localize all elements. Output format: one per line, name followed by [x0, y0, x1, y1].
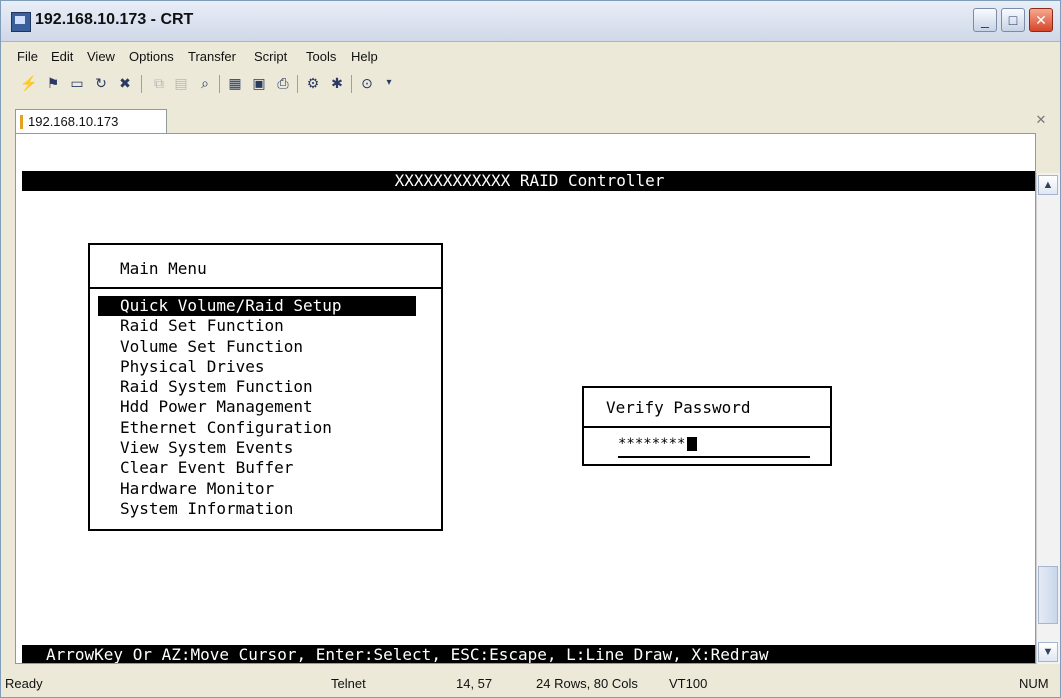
title-bar[interactable]: 192.168.10.173 - CRT _ □ ✕ — [1, 1, 1060, 42]
menu-script[interactable]: Script — [254, 49, 287, 64]
print-icon: ▣ — [252, 75, 266, 91]
menu-tools[interactable]: Tools — [306, 49, 336, 64]
toolbar-separator — [351, 75, 352, 93]
chevron-down-icon: ▼ — [1042, 646, 1054, 658]
minimize-button[interactable]: _ — [973, 8, 997, 32]
terminal-screen[interactable]: XXXXXXXXXXXX RAID Controller Main Menu Q… — [15, 133, 1036, 664]
chevron-down-icon: ▾ — [386, 77, 392, 88]
status-terminal-size: 24 Rows, 80 Cols — [536, 676, 638, 691]
chevron-up-icon: ▲ — [1042, 179, 1054, 191]
menu-options[interactable]: Options — [129, 49, 174, 64]
connect-tab-icon: ▭ — [70, 75, 84, 91]
quick-connect-button[interactable]: ⚑ — [43, 73, 63, 93]
password-underline — [618, 456, 810, 458]
status-ready: Ready — [5, 676, 43, 691]
paste-icon: ▤ — [174, 75, 188, 91]
verify-password-title: Verify Password — [606, 398, 751, 417]
status-cursor-position: 14, 57 — [456, 676, 493, 691]
menu-edit[interactable]: Edit — [51, 49, 73, 64]
menu-option-system-information[interactable]: System Information — [98, 499, 416, 519]
print-button[interactable]: ▣ — [249, 73, 269, 93]
reconnect-icon: ↻ — [95, 75, 107, 91]
close-button[interactable]: ✕ — [1029, 8, 1053, 32]
find-button[interactable]: ⌕ — [195, 73, 215, 93]
toolbar-separator — [141, 75, 142, 93]
menu-file[interactable]: File — [17, 49, 38, 64]
toolbar-separator — [219, 75, 220, 93]
print-setup-button[interactable]: ▦ — [225, 73, 245, 93]
menu-option-quick-volume-raid-setup[interactable]: Quick Volume/Raid Setup — [98, 296, 416, 317]
scroll-thumb[interactable] — [1038, 566, 1058, 624]
help-button[interactable]: ⊙ — [357, 73, 377, 93]
toolbar: ⚡ ⚑ ▭ ↻ ✖ ⧉ ▤ ⌕ ▦ ▣ ⎙ ⚙ ✱ ⊙ ▾ — [1, 67, 1060, 101]
menu-transfer[interactable]: Transfer — [188, 49, 236, 64]
terminal-help-line: ArrowKey Or AZ:Move Cursor, Enter:Select… — [22, 645, 1035, 663]
menu-divider — [90, 287, 441, 289]
help-icon: ⊙ — [361, 75, 373, 91]
terminal-header: XXXXXXXXXXXX RAID Controller — [22, 171, 1035, 191]
main-menu-list: Quick Volume/Raid Setup Raid Set Functio… — [98, 296, 416, 519]
reconnect-button[interactable]: ↻ — [91, 73, 111, 93]
close-tab-icon: ✕ — [1035, 112, 1047, 127]
tab-session[interactable]: 192.168.10.173 — [15, 109, 167, 133]
close-icon: ✕ — [1035, 12, 1047, 28]
connect-button[interactable]: ⚡ — [19, 73, 39, 93]
connect-icon: ⚡ — [20, 75, 38, 91]
print-screen-button[interactable]: ⎙ — [273, 73, 293, 93]
connect-tab-button[interactable]: ▭ — [67, 73, 87, 93]
toolbar-overflow-button[interactable]: ▾ — [379, 73, 399, 93]
menu-option-view-system-events[interactable]: View System Events — [98, 438, 416, 458]
status-protocol: Telnet — [331, 676, 366, 691]
main-menu: Main Menu Quick Volume/Raid Setup Raid S… — [88, 243, 443, 531]
password-input[interactable]: ******** — [618, 436, 698, 452]
quick-connect-icon: ⚑ — [46, 75, 60, 91]
minimize-icon: _ — [981, 12, 989, 28]
app-icon — [11, 12, 31, 32]
menu-view[interactable]: View — [87, 49, 115, 64]
menu-bar: File Edit View Options Transfer Script T… — [1, 45, 1060, 67]
menu-option-hdd-power-management[interactable]: Hdd Power Management — [98, 397, 416, 417]
maximize-button[interactable]: □ — [1001, 8, 1025, 32]
main-menu-title: Main Menu — [120, 259, 207, 278]
print-screen-icon: ⎙ — [277, 75, 289, 91]
vertical-scrollbar[interactable]: ▲ ▼ — [1036, 173, 1060, 664]
paste-button[interactable]: ▤ — [171, 73, 191, 93]
maximize-icon: □ — [1008, 12, 1018, 28]
window-title: 192.168.10.173 - CRT — [35, 11, 194, 28]
menu-option-clear-event-buffer[interactable]: Clear Event Buffer — [98, 458, 416, 478]
scroll-down-button[interactable]: ▼ — [1038, 642, 1058, 662]
global-options-button[interactable]: ✱ — [327, 73, 347, 93]
password-value: ******** — [618, 436, 686, 452]
status-num-lock: NUM — [1019, 676, 1049, 691]
menu-option-hardware-monitor[interactable]: Hardware Monitor — [98, 479, 416, 499]
status-bar: Ready Telnet 14, 57 24 Rows, 80 Cols VT1… — [1, 669, 1060, 697]
menu-option-ethernet-configuration[interactable]: Ethernet Configuration — [98, 418, 416, 438]
scroll-up-button[interactable]: ▲ — [1038, 175, 1058, 195]
verify-password-dialog: Verify Password ******** — [582, 386, 832, 466]
tab-label: 192.168.10.173 — [28, 114, 119, 129]
menu-help[interactable]: Help — [351, 49, 378, 64]
session-tabs: 192.168.10.173 ✕ — [1, 103, 1060, 133]
status-emulation: VT100 — [669, 676, 708, 691]
disconnect-icon: ✖ — [119, 75, 131, 91]
crt-window: 192.168.10.173 - CRT _ □ ✕ File Edit Vie… — [0, 0, 1061, 698]
text-cursor — [687, 437, 698, 451]
copy-button[interactable]: ⧉ — [149, 73, 169, 93]
copy-icon: ⧉ — [154, 75, 164, 91]
global-options-icon: ✱ — [331, 75, 343, 91]
find-icon: ⌕ — [201, 75, 209, 91]
menu-option-physical-drives[interactable]: Physical Drives — [98, 357, 416, 377]
disconnect-button[interactable]: ✖ — [115, 73, 135, 93]
menu-option-raid-system-function[interactable]: Raid System Function — [98, 377, 416, 397]
session-options-icon: ⚙ — [306, 75, 320, 91]
menu-option-volume-set-function[interactable]: Volume Set Function — [98, 337, 416, 357]
menu-option-raid-set-function[interactable]: Raid Set Function — [98, 316, 416, 336]
session-options-button[interactable]: ⚙ — [303, 73, 323, 93]
close-tab-button[interactable]: ✕ — [1032, 111, 1050, 129]
toolbar-separator — [297, 75, 298, 93]
print-setup-icon: ▦ — [228, 75, 242, 91]
dialog-divider — [584, 426, 830, 428]
tab-active-marker — [20, 115, 23, 129]
